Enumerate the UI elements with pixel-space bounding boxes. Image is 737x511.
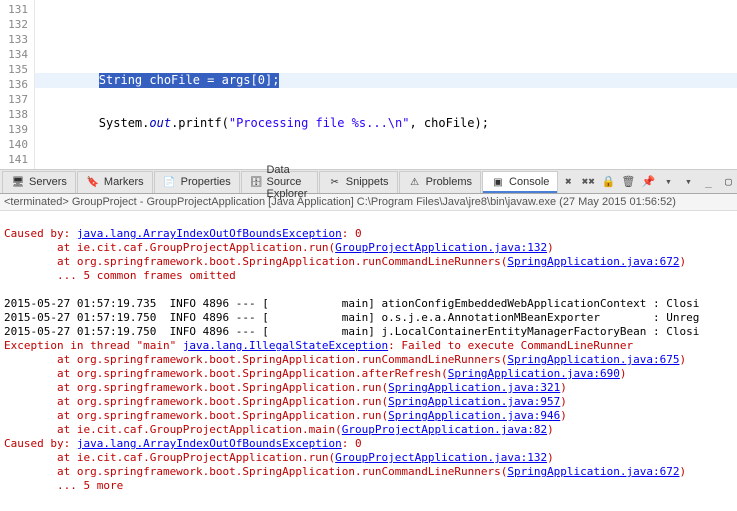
tab-servers[interactable]: 🖥 Servers (2, 171, 76, 193)
remove-all-terminated-icon[interactable]: ✖✖ (579, 173, 597, 191)
stack-frame: at org.springframework.boot.SpringApplic… (4, 395, 388, 408)
tab-label: Markers (104, 176, 144, 188)
exception-line: Exception in thread "main" (4, 339, 183, 352)
markers-icon: 🔖 (86, 175, 100, 189)
console-header: <terminated> GroupProject - GroupProject… (0, 194, 737, 211)
source-link[interactable]: GroupProjectApplication.java:132 (335, 451, 547, 464)
code-line (35, 159, 737, 170)
line-number: 135 (0, 62, 34, 77)
snippets-icon: ✂ (328, 175, 342, 189)
stack-frame: Caused by: (4, 437, 77, 450)
stack-frame: at ie.cit.caf.GroupProjectApplication.ru… (4, 241, 335, 254)
code-line-highlighted: String choFile = args[0]; (35, 73, 737, 88)
tab-label: Properties (181, 176, 231, 188)
exception-link[interactable]: java.lang.ArrayIndexOutOfBoundsException (77, 227, 342, 240)
properties-icon: 📄 (163, 175, 177, 189)
pin-console-icon[interactable]: 📌 (639, 173, 657, 191)
tab-problems[interactable]: ⚠ Problems (399, 171, 481, 193)
stack-frame: at ie.cit.caf.GroupProjectApplication.ma… (4, 423, 342, 436)
console-line: Caused by: (4, 227, 77, 240)
open-console-icon[interactable]: ▾ (679, 173, 697, 191)
tab-properties[interactable]: 📄 Properties (154, 171, 240, 193)
line-number: 136 (0, 77, 34, 92)
line-number: 137 (0, 92, 34, 107)
source-link[interactable]: SpringApplication.java:690 (448, 367, 620, 380)
scroll-lock-icon[interactable]: 🔒 (599, 173, 617, 191)
line-number: 138 (0, 107, 34, 122)
tab-console[interactable]: ▣ Console (482, 171, 558, 193)
line-number-ruler: 131 132 133 134 135 136 137 138 139 140 … (0, 0, 35, 170)
tab-label: Servers (29, 176, 67, 188)
code-line: System.out.printf("Processing file %s...… (35, 116, 737, 131)
tab-markers[interactable]: 🔖 Markers (77, 171, 153, 193)
log-line: 2015-05-27 01:57:19.735 INFO 4896 --- [ … (4, 297, 699, 310)
source-link[interactable]: SpringApplication.java:946 (388, 409, 560, 422)
console-toolbar: ✖ ✖✖ 🔒 🗑 📌 ▾ ▾ _ ▢ (559, 173, 737, 191)
source-link[interactable]: SpringApplication.java:675 (507, 353, 679, 366)
line-number: 131 (0, 2, 34, 17)
tab-label: Snippets (346, 176, 389, 188)
tab-label: Problems (426, 176, 472, 188)
line-number: 133 (0, 32, 34, 47)
tab-snippets[interactable]: ✂ Snippets (319, 171, 398, 193)
stack-frame: at org.springframework.boot.SpringApplic… (4, 367, 448, 380)
console-output[interactable]: Caused by: java.lang.ArrayIndexOutOfBoun… (0, 211, 737, 510)
stack-frame: ... 5 common frames omitted (4, 269, 236, 282)
views-tab-bar: 🖥 Servers 🔖 Markers 📄 Properties 🗄Data Sour… (0, 170, 737, 194)
stack-frame: at org.springframework.boot.SpringApplic… (4, 409, 388, 422)
code-area[interactable]: String choFile = args[0]; System.out.pri… (35, 0, 737, 170)
tab-data-source-explorer[interactable]: 🗄Data Source Explorer (241, 171, 318, 193)
exception-link[interactable]: java.lang.ArrayIndexOutOfBoundsException (77, 437, 342, 450)
display-selected-console-icon[interactable]: ▾ (659, 173, 677, 191)
source-link[interactable]: GroupProjectApplication.java:82 (342, 423, 547, 436)
remove-launch-icon[interactable]: ✖ (559, 173, 577, 191)
problems-icon: ⚠ (408, 175, 422, 189)
stack-frame: at org.springframework.boot.SpringApplic… (4, 353, 507, 366)
line-number: 134 (0, 47, 34, 62)
maximize-icon[interactable]: ▢ (719, 173, 737, 191)
database-icon: 🗄 (250, 175, 263, 189)
line-number: 140 (0, 137, 34, 152)
stack-frame: at org.springframework.boot.SpringApplic… (4, 381, 388, 394)
exception-link[interactable]: java.lang.IllegalStateException (183, 339, 388, 352)
console-icon: ▣ (491, 175, 505, 189)
code-line (35, 30, 737, 45)
line-number: 139 (0, 122, 34, 137)
servers-icon: 🖥 (11, 175, 25, 189)
stack-frame: at org.springframework.boot.SpringApplic… (4, 255, 507, 268)
code-editor[interactable]: 131 132 133 134 135 136 137 138 139 140 … (0, 0, 737, 170)
selection: String choFile = args[0]; (99, 73, 280, 88)
tab-label: Console (509, 176, 549, 188)
source-link[interactable]: SpringApplication.java:672 (507, 465, 679, 478)
line-number: 132 (0, 17, 34, 32)
line-number: 141 (0, 152, 34, 167)
log-line: 2015-05-27 01:57:19.750 INFO 4896 --- [ … (4, 325, 699, 338)
tab-label: Data Source Explorer (266, 164, 308, 200)
source-link[interactable]: SpringApplication.java:672 (507, 255, 679, 268)
log-line: 2015-05-27 01:57:19.750 INFO 4896 --- [ … (4, 311, 699, 324)
source-link[interactable]: GroupProjectApplication.java:132 (335, 241, 547, 254)
console-line: : 0 (342, 227, 362, 240)
source-link[interactable]: SpringApplication.java:321 (388, 381, 560, 394)
clear-console-icon[interactable]: 🗑 (619, 173, 637, 191)
source-link[interactable]: SpringApplication.java:957 (388, 395, 560, 408)
stack-frame: at org.springframework.boot.SpringApplic… (4, 465, 507, 478)
stack-frame: ... 5 more (4, 479, 123, 492)
minimize-icon[interactable]: _ (699, 173, 717, 191)
stack-frame: at ie.cit.caf.GroupProjectApplication.ru… (4, 451, 335, 464)
